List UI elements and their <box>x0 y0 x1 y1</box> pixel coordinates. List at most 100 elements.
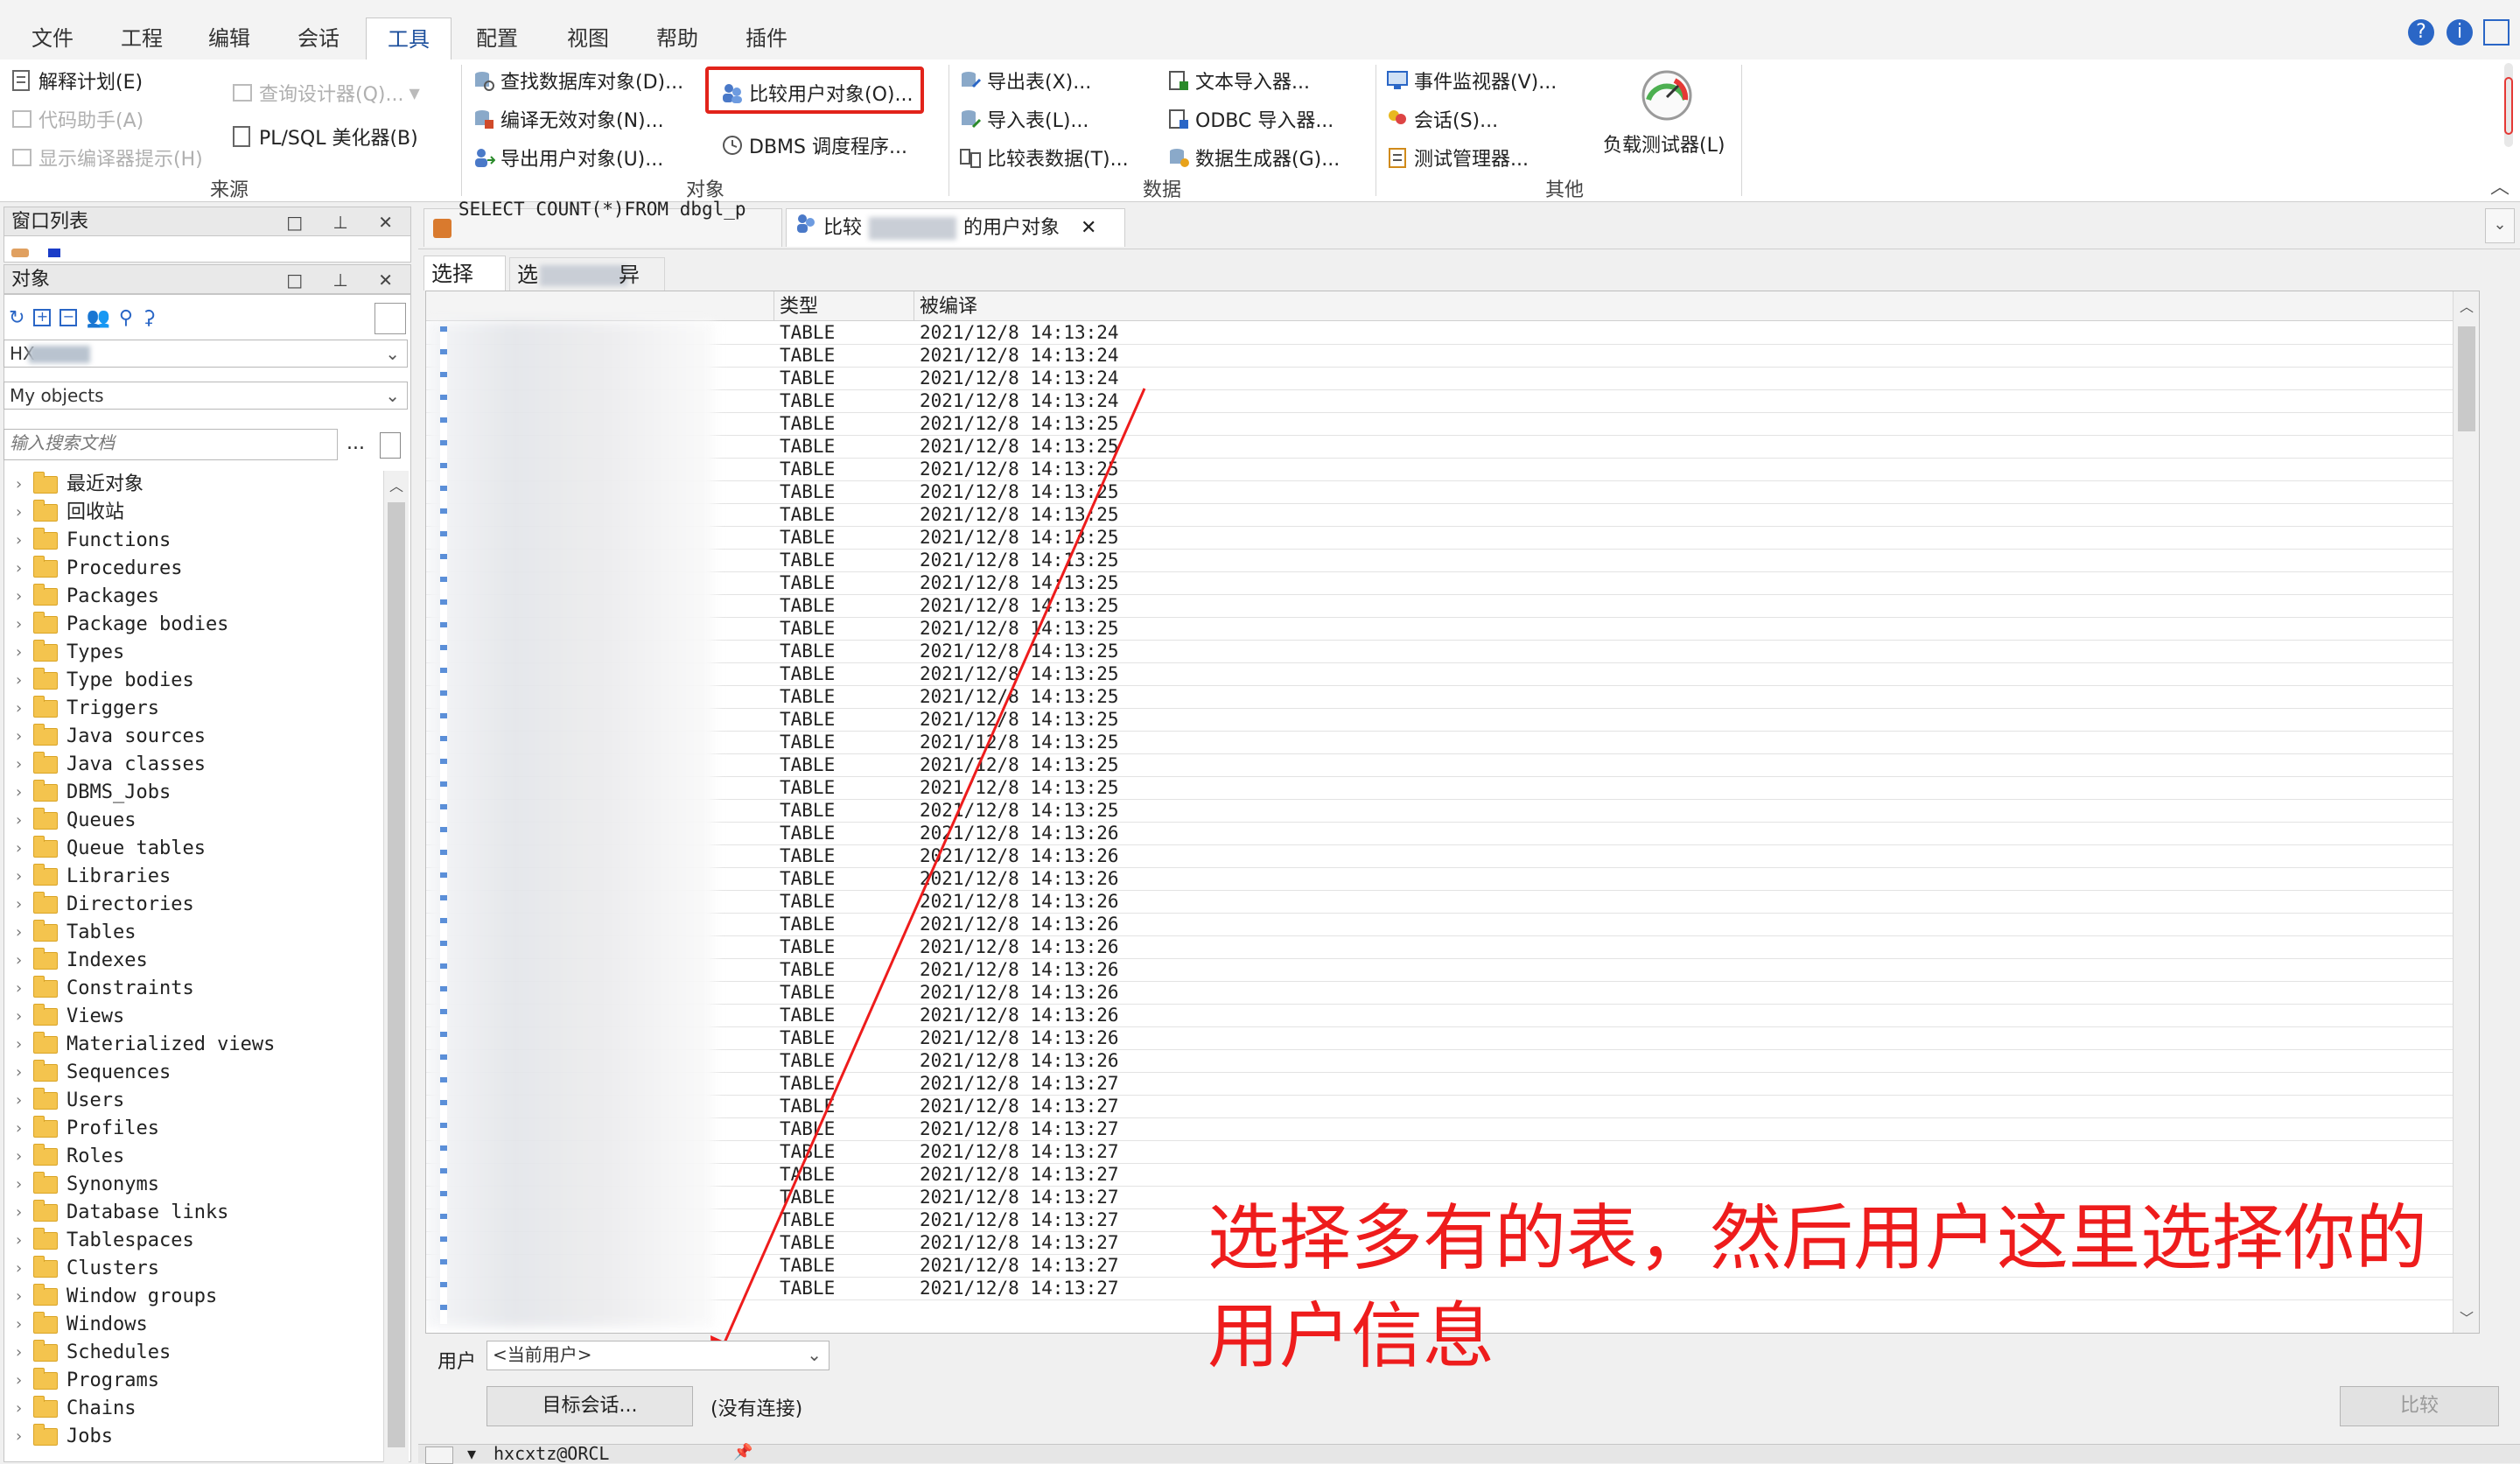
chevron-right-icon[interactable]: › <box>16 1339 33 1367</box>
tab-list-dropdown-icon[interactable]: ⌄ <box>2485 208 2515 243</box>
tree-item[interactable]: › Queue tables <box>16 835 206 863</box>
chevron-right-icon[interactable]: › <box>16 919 33 947</box>
chevron-right-icon[interactable]: › <box>16 1087 33 1115</box>
tree-item[interactable]: › Schedules <box>16 1339 171 1367</box>
compare-user-objects-button[interactable]: 比较用户对象(O)... <box>721 79 913 107</box>
window-list[interactable] <box>4 236 411 263</box>
tree-item[interactable]: › Java classes <box>16 751 206 779</box>
grid-scroll-thumb[interactable] <box>2458 326 2475 431</box>
tab-sql-window[interactable]: SELECT COUNT(*)FROM dbgl_p ... <box>424 199 782 258</box>
data-generator-button[interactable]: 数据生成器(G)... <box>1167 144 1340 172</box>
chevron-right-icon[interactable]: › <box>16 471 33 499</box>
session-connection[interactable]: hxcxtz@ORCL <box>494 1443 609 1464</box>
find-db-objects-button[interactable]: 查找数据库对象(D)... <box>472 67 683 95</box>
tree-scrollbar[interactable]: ︿ <box>383 471 409 1462</box>
chevron-right-icon[interactable]: › <box>16 975 33 1003</box>
tree-item[interactable]: › Programs <box>16 1367 159 1395</box>
tab-select[interactable]: 选择 <box>424 256 506 291</box>
odbc-importer-button[interactable]: ODBC 导入器... <box>1167 105 1334 133</box>
refresh-icon[interactable]: ↻ <box>9 307 24 329</box>
menu-help[interactable]: 帮助 <box>656 21 698 52</box>
chevron-right-icon[interactable]: › <box>16 695 33 723</box>
book-icon[interactable] <box>2483 19 2510 46</box>
target-session-button[interactable]: 目标会话... <box>486 1386 693 1426</box>
tree-item[interactable]: › Packages <box>16 583 159 611</box>
tree-item[interactable]: › Java sources <box>16 723 206 751</box>
chevron-right-icon[interactable]: › <box>16 1255 33 1283</box>
chevron-right-icon[interactable]: › <box>16 1143 33 1171</box>
tree-item[interactable]: › Triggers <box>16 695 159 723</box>
chevron-right-icon[interactable]: › <box>16 583 33 611</box>
chevron-right-icon[interactable]: › <box>16 947 33 975</box>
menu-config[interactable]: 配置 <box>476 21 518 52</box>
chevron-right-icon[interactable]: › <box>16 1003 33 1031</box>
code-assistant-button[interactable]: 代码助手(A) <box>10 105 144 133</box>
tab-compare-user-objects[interactable]: 比较 的用户对象 ✕ <box>786 208 1125 247</box>
tree-item[interactable]: › Tables <box>16 919 136 947</box>
tree-item[interactable]: › Materialized views <box>16 1031 275 1059</box>
scroll-down-icon[interactable]: ﹀ <box>2460 1306 2474 1327</box>
plsql-beautifier-button[interactable]: PL/SQL 美化器(B) <box>231 123 418 151</box>
menu-view[interactable]: 视图 <box>567 21 609 52</box>
chevron-right-icon[interactable]: › <box>16 891 33 919</box>
tree-item[interactable]: › Libraries <box>16 863 171 891</box>
tree-item[interactable]: › 最近对象 <box>16 471 144 499</box>
collapse-icon[interactable]: − <box>60 309 78 326</box>
panel-controls-icon[interactable]: □ ⊥ ✕ <box>286 207 405 237</box>
panel-controls-icon[interactable]: □ ⊥ ✕ <box>286 265 405 295</box>
scroll-up-icon[interactable]: ︿ <box>389 474 403 495</box>
chevron-right-icon[interactable]: › <box>16 527 33 555</box>
tree-item[interactable]: › 回收站 <box>16 499 124 527</box>
tree-item[interactable]: › Jobs <box>16 1423 113 1451</box>
ribbon-scrollbar[interactable] <box>2504 63 2513 147</box>
close-icon[interactable]: ✕ <box>1081 209 1096 248</box>
chevron-right-icon[interactable]: › <box>16 1031 33 1059</box>
new-document-icon[interactable] <box>380 432 401 459</box>
tree-item[interactable]: › Type bodies <box>16 667 194 695</box>
menu-plugins[interactable]: 插件 <box>746 21 788 52</box>
tree-item[interactable]: › Indexes <box>16 947 148 975</box>
chevron-right-icon[interactable]: › <box>16 835 33 863</box>
chevron-right-icon[interactable]: › <box>16 611 33 639</box>
pin-icon[interactable]: 📌 <box>733 1443 752 1461</box>
tree-item[interactable]: › Chains <box>16 1395 136 1423</box>
tree-item[interactable]: › Profiles <box>16 1115 159 1143</box>
collapse-ribbon-icon[interactable]: ︿ <box>2490 172 2510 200</box>
tree-item[interactable]: › Synonyms <box>16 1171 159 1199</box>
chevron-right-icon[interactable]: › <box>16 1423 33 1451</box>
chevron-right-icon[interactable]: › <box>16 1115 33 1143</box>
compare-table-data-button[interactable]: 比较表数据(T)... <box>959 144 1129 172</box>
test-manager-button[interactable]: 测试管理器... <box>1386 144 1529 172</box>
menu-tools[interactable]: 工具 <box>366 18 452 60</box>
scroll-up-icon[interactable]: ︿ <box>2460 295 2474 316</box>
column-header-type[interactable]: 类型 <box>774 291 914 321</box>
chevron-right-icon[interactable]: › <box>16 779 33 807</box>
tree-scroll-thumb[interactable] <box>388 502 405 1447</box>
chevron-right-icon[interactable]: › <box>16 1283 33 1311</box>
tree-item[interactable]: › Types <box>16 639 124 667</box>
find-icon[interactable]: ⚳ <box>142 307 156 329</box>
tree-item[interactable]: › Windows <box>16 1311 148 1339</box>
menu-file[interactable]: 文件 <box>32 21 74 52</box>
filter-icon[interactable]: ⚲ <box>119 307 133 329</box>
chevron-right-icon[interactable]: › <box>16 1395 33 1423</box>
tree-item[interactable]: › Clusters <box>16 1255 159 1283</box>
chevron-right-icon[interactable]: › <box>16 863 33 891</box>
event-monitor-button[interactable]: 事件监视器(V)... <box>1386 67 1557 95</box>
objects-option-box[interactable] <box>374 303 406 334</box>
user-select[interactable]: <当前用户> ⌄ <box>486 1341 830 1370</box>
tab-options[interactable]: 选 异 <box>509 257 665 291</box>
search-more-button[interactable]: ... <box>346 432 365 454</box>
column-header-compiled[interactable]: 被编译 <box>914 291 2467 321</box>
dbms-scheduler-button[interactable]: DBMS 调度程序... <box>721 131 907 159</box>
tree-item[interactable]: › Package bodies <box>16 611 228 639</box>
chevron-right-icon[interactable]: › <box>16 1171 33 1199</box>
tree-item[interactable]: › Constraints <box>16 975 194 1003</box>
compiler-hints-button[interactable]: 显示编译器提示(H) <box>10 144 203 172</box>
info-icon[interactable]: i <box>2446 19 2473 46</box>
menu-project[interactable]: 工程 <box>121 21 163 52</box>
chevron-right-icon[interactable]: › <box>16 807 33 835</box>
export-user-objects-button[interactable]: 导出用户对象(U)... <box>472 144 663 172</box>
sessions-button[interactable]: 会话(S)... <box>1386 105 1498 133</box>
tree-item[interactable]: › Tablespaces <box>16 1227 194 1255</box>
